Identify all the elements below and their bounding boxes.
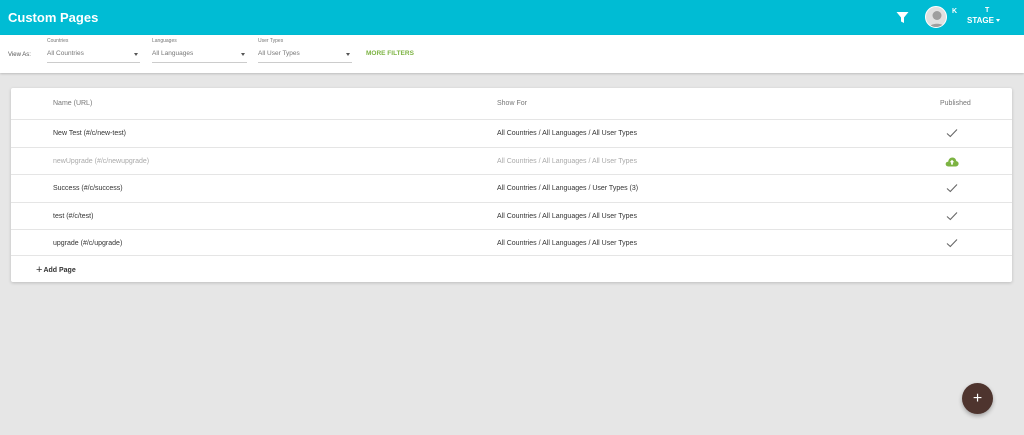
- user-initial-first: K: [952, 8, 958, 15]
- table-row[interactable]: test (#/c/test) All Countries / All Lang…: [11, 201, 1012, 230]
- user-types-label: User Types: [258, 38, 284, 44]
- page-show-for: All Countries / All Languages / All User…: [497, 240, 637, 247]
- page-show-for: All Countries / All Languages / All User…: [497, 157, 637, 165]
- chevron-down-icon: [241, 53, 245, 56]
- pages-table-card: Name (URL) Show For Published New Test (…: [11, 88, 1012, 282]
- page-show-for: All Countries / All Languages / All User…: [497, 130, 637, 137]
- languages-label: Languages: [152, 38, 177, 44]
- table-divider: [11, 255, 1012, 256]
- countries-label: Countries: [47, 38, 69, 44]
- user-avatar-icon[interactable]: [925, 6, 947, 28]
- page-name: upgrade (#/c/upgrade): [53, 240, 123, 247]
- chevron-down-icon: [346, 53, 350, 56]
- countries-select[interactable]: Countries All Countries: [47, 38, 140, 66]
- countries-value: All Countries: [47, 50, 84, 57]
- add-page-button[interactable]: +Add Page: [36, 264, 76, 276]
- field-underline: [47, 62, 140, 63]
- page-show-for: All Countries / All Languages / All User…: [497, 212, 637, 220]
- add-fab-button[interactable]: +: [962, 383, 993, 414]
- check-icon: [946, 211, 958, 220]
- filter-funnel-icon[interactable]: [896, 11, 909, 24]
- view-as-label: View As:: [8, 52, 31, 58]
- more-filters-button[interactable]: MORE FILTERS: [366, 50, 414, 57]
- page-title: Custom Pages: [8, 10, 99, 25]
- languages-select[interactable]: Languages All Languages: [152, 38, 247, 66]
- cloud-upload-icon[interactable]: [945, 156, 959, 167]
- environment-menu[interactable]: STAGE: [967, 16, 1000, 25]
- column-header-published[interactable]: Published: [940, 100, 971, 107]
- column-header-show-for[interactable]: Show For: [497, 100, 527, 107]
- page-name: New Test (#/c/new-test): [53, 130, 127, 137]
- field-underline: [258, 62, 352, 63]
- check-icon: [946, 239, 958, 248]
- chevron-down-icon: [134, 53, 138, 56]
- page-name: newUpgrade (#/c/newupgrade): [53, 157, 150, 165]
- chevron-down-icon: [995, 19, 1000, 23]
- environment-label: STAGE: [967, 16, 994, 25]
- app-header: Custom Pages K T STAGE: [0, 0, 1024, 35]
- user-types-value: All User Types: [258, 50, 300, 57]
- table-row[interactable]: upgrade (#/c/upgrade) All Countries / Al…: [11, 229, 1012, 257]
- table-row[interactable]: newUpgrade (#/c/newupgrade) All Countrie…: [11, 146, 1012, 175]
- page-name: test (#/c/test): [53, 212, 94, 220]
- page-show-for: All Countries / All Languages / User Typ…: [497, 185, 639, 192]
- check-icon: [946, 184, 958, 193]
- field-underline: [152, 62, 247, 63]
- table-row[interactable]: Success (#/c/success) All Countries / Al…: [11, 174, 1012, 202]
- column-header-name[interactable]: Name (URL): [53, 100, 92, 107]
- filter-bar: View As: Countries All Countries Languag…: [0, 35, 1024, 73]
- table-row[interactable]: New Test (#/c/new-test) All Countries / …: [11, 119, 1012, 147]
- plus-icon: +: [36, 264, 43, 276]
- page-name: Success (#/c/success): [53, 185, 123, 192]
- add-page-label: Add Page: [43, 267, 76, 274]
- check-icon: [946, 129, 958, 138]
- user-initial-last: T: [985, 7, 990, 14]
- languages-value: All Languages: [152, 50, 194, 57]
- user-types-select[interactable]: User Types All User Types: [258, 38, 352, 66]
